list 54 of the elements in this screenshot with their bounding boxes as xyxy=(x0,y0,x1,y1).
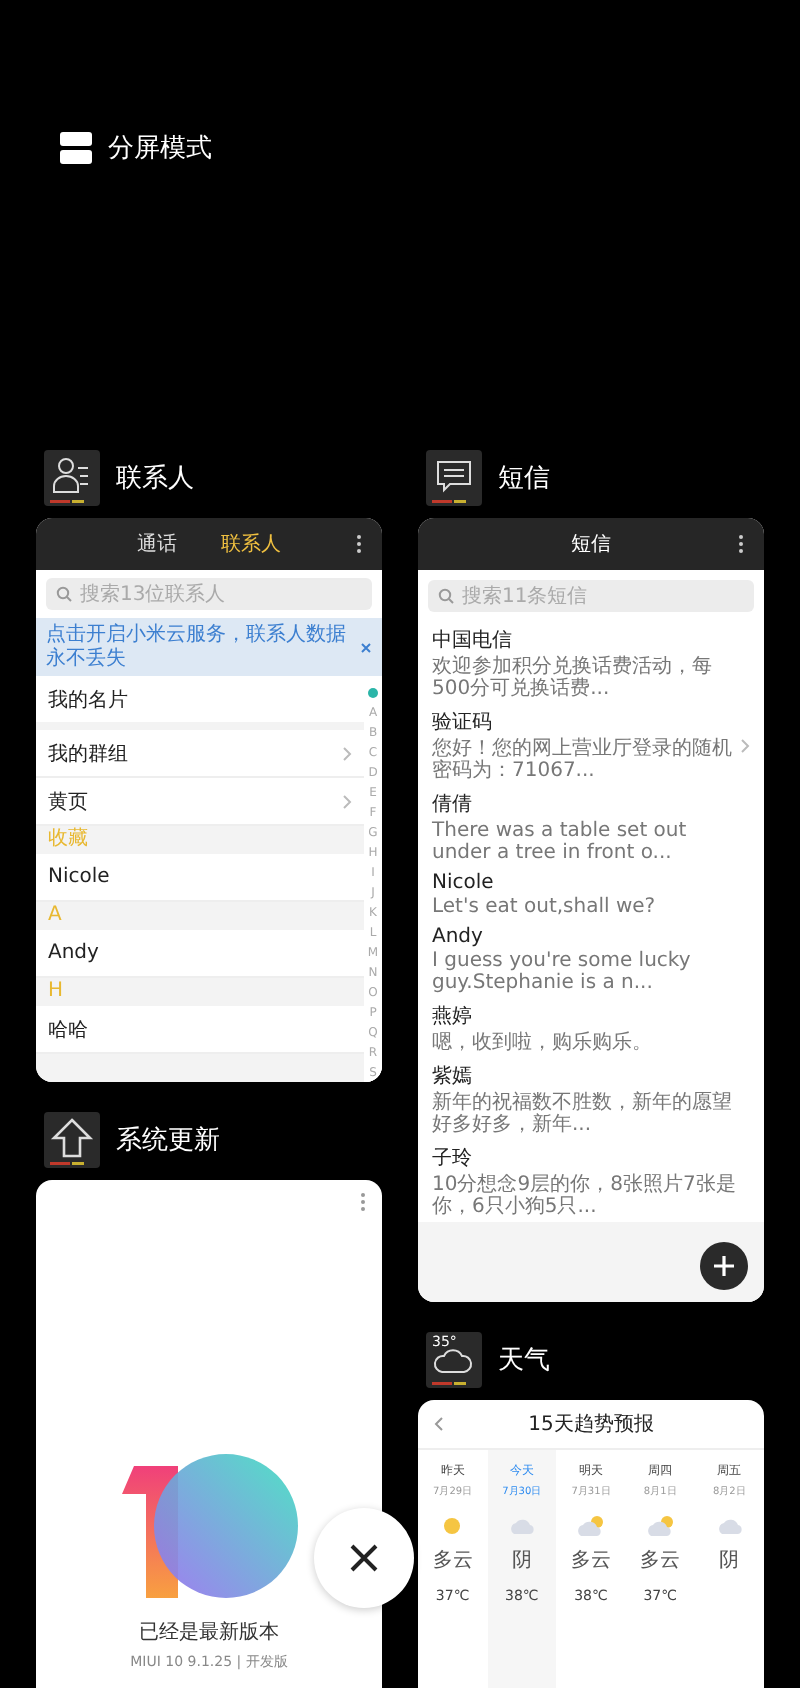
contact-item[interactable]: Andy xyxy=(36,930,364,978)
favorite-dot-icon[interactable] xyxy=(368,688,378,698)
app-name: 天气 xyxy=(498,1344,550,1378)
plus-icon xyxy=(714,1256,734,1276)
more-icon[interactable] xyxy=(356,534,362,554)
app-name: 系统更新 xyxy=(116,1124,220,1158)
contact-item[interactable]: Nicole xyxy=(36,854,364,902)
sender-name[interactable]: 中国电信 xyxy=(432,626,750,654)
app-name: 短信 xyxy=(498,462,550,496)
sender-name[interactable]: 验证码 xyxy=(432,708,732,736)
close-icon xyxy=(350,1544,378,1572)
section-header: A xyxy=(46,902,64,930)
screen-title: 短信 xyxy=(571,532,611,558)
chevron-icon xyxy=(342,793,352,809)
back-icon[interactable] xyxy=(434,1416,444,1432)
section-header: 收藏 xyxy=(46,826,90,854)
more-icon[interactable] xyxy=(738,534,744,554)
chevron-icon xyxy=(342,745,352,761)
search-icon xyxy=(56,586,72,602)
contact-item[interactable]: 哈哈 xyxy=(36,1006,364,1054)
status-text: 已经是最新版本 xyxy=(139,1619,279,1646)
tab[interactable]: 联系人 xyxy=(221,530,281,558)
message-preview: 欢迎参加积分兑换话费活动，每500分可兑换话费... xyxy=(432,656,714,700)
message-preview: 嗯，收到啦，购乐购乐。 xyxy=(432,1032,654,1054)
split-screen-label[interactable]: 分屏模式 xyxy=(108,130,212,166)
cloud-banner-text: 点击开启小米云服务，联系人数据永不丢失 xyxy=(46,624,348,670)
weather-app-icon[interactable] xyxy=(426,1332,482,1388)
close-icon[interactable] xyxy=(360,641,372,653)
message-preview: Let's eat out,shall we? xyxy=(432,896,658,918)
app-name: 联系人 xyxy=(116,462,194,496)
message-preview: 新年的祝福数不胜数，新年的愿望好多好多，新年... xyxy=(432,1092,734,1136)
compose-button[interactable] xyxy=(700,1242,748,1290)
messages-preview[interactable] xyxy=(418,518,764,1302)
tab[interactable]: 通话 xyxy=(137,530,177,558)
sender-name[interactable]: 倩倩 xyxy=(432,790,750,818)
split-screen-icon[interactable] xyxy=(60,132,92,164)
update-app-icon[interactable] xyxy=(44,1112,100,1168)
sender-name[interactable]: Andy xyxy=(432,926,750,948)
section-header: H xyxy=(46,978,66,1006)
list-item[interactable]: 我的群组 xyxy=(48,739,128,767)
message-preview: 您好！您的网上营业厅登录的随机密码为：71067... xyxy=(432,738,732,782)
messages-app-icon[interactable] xyxy=(426,450,482,506)
sender-name[interactable]: 燕婷 xyxy=(432,1002,750,1030)
contacts-app-icon[interactable] xyxy=(44,450,100,506)
message-preview: I guess you're some lucky guy.Stephanie is a n... xyxy=(432,950,693,994)
message-preview: There was a table set out under a tree in front o... xyxy=(432,820,689,864)
list-item[interactable]: 黄页 xyxy=(48,787,88,815)
sender-name[interactable]: 紫嫣 xyxy=(432,1062,750,1090)
list-item[interactable]: 我的名片 xyxy=(36,676,364,722)
sender-name[interactable]: 子玲 xyxy=(432,1144,750,1172)
search-icon xyxy=(438,588,454,604)
screen-title: 15天趋势预报 xyxy=(528,1411,654,1438)
message-preview: 10分想念9层的你，8张照片7张是你，6只小狗5只... xyxy=(432,1174,738,1218)
sender-name[interactable]: Nicole xyxy=(432,872,750,894)
